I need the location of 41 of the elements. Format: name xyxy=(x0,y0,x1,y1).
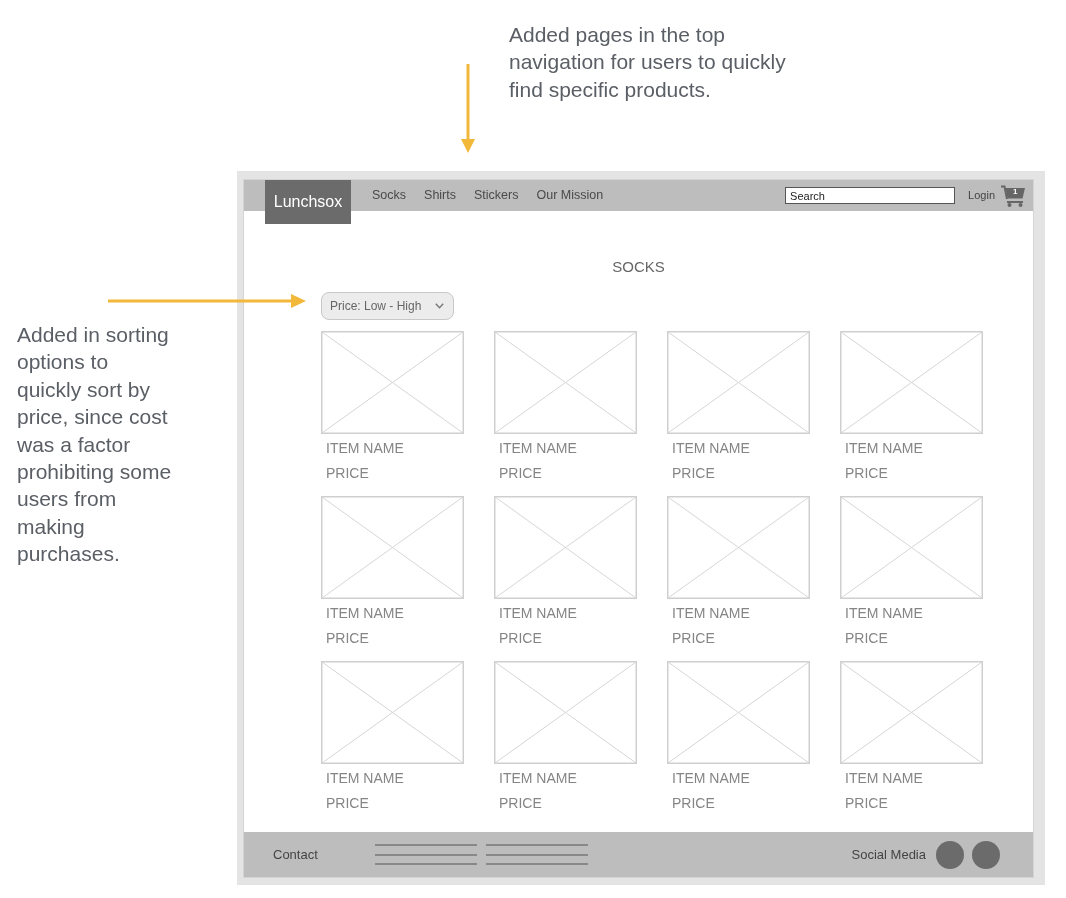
item-name: ITEM NAME xyxy=(672,605,750,622)
contact-link[interactable]: Contact xyxy=(273,844,318,865)
nav-link[interactable]: Our Mission xyxy=(536,188,604,203)
search-field[interactable]: Search xyxy=(785,187,956,204)
annotation-text: Added pages in the top navigation for users to quickly find specific products. xyxy=(509,22,787,103)
item-price: PRICE xyxy=(672,630,715,647)
login-link[interactable]: Login xyxy=(968,187,995,204)
item-name: ITEM NAME xyxy=(499,770,577,787)
item-name: ITEM NAME xyxy=(326,605,404,622)
item-price: PRICE xyxy=(499,795,542,812)
item-price: PRICE xyxy=(845,795,888,812)
item-name: ITEM NAME xyxy=(672,440,750,457)
item-price: PRICE xyxy=(499,630,542,647)
item-price: PRICE xyxy=(845,465,888,482)
item-price: PRICE xyxy=(326,795,369,812)
chevron-down-icon xyxy=(435,303,444,309)
item-price: PRICE xyxy=(326,465,369,482)
item-name: ITEM NAME xyxy=(326,770,404,787)
social-placeholder-icon[interactable] xyxy=(972,840,1000,869)
nav-link[interactable]: Socks xyxy=(372,188,407,203)
social-placeholder-icon[interactable] xyxy=(936,840,964,869)
item-name: ITEM NAME xyxy=(672,770,750,787)
item-name: ITEM NAME xyxy=(326,440,404,457)
cart-button[interactable]: 1 xyxy=(1001,184,1025,207)
annotation-text: Added in sorting options to quickly sort by price, since cost was a factor prohibiting some users from making purchases. xyxy=(17,322,173,568)
page-title: SOCKS xyxy=(612,258,665,276)
item-price: PRICE xyxy=(326,630,369,647)
item-name: ITEM NAME xyxy=(499,605,577,622)
nav-link[interactable]: Stickers xyxy=(474,188,519,203)
nav-link[interactable]: Shirts xyxy=(424,188,456,203)
item-price: PRICE xyxy=(672,465,715,482)
sort-dropdown[interactable]: Price: Low - High xyxy=(321,292,454,320)
item-name: ITEM NAME xyxy=(845,440,923,457)
social-media-label: Social Media xyxy=(851,845,926,864)
item-name: ITEM NAME xyxy=(499,440,577,457)
logo[interactable]: Lunchsox xyxy=(265,180,351,224)
item-price: PRICE xyxy=(845,630,888,647)
item-name: ITEM NAME xyxy=(845,605,923,622)
item-price: PRICE xyxy=(672,795,715,812)
item-price: PRICE xyxy=(499,465,542,482)
item-name: ITEM NAME xyxy=(845,770,923,787)
